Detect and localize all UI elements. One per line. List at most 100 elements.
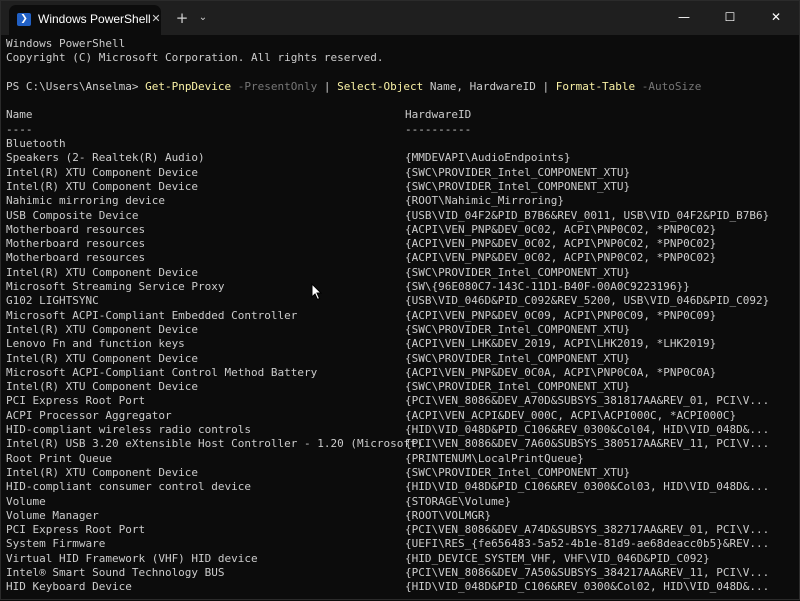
close-button[interactable]: ✕ [753,1,799,33]
table-row: Volume {STORAGE\Volume} [6,495,796,509]
table-row: Microsoft Streaming Service Proxy {SW\{96… [6,280,796,294]
tab-windows-powershell[interactable]: ❯ Windows PowerShell ✕ [9,5,161,35]
hardware-id: {ACPI\VEN_ACPI&DEV_000C, ACPI\ACPI000C, … [405,408,737,422]
hardware-id: {SWC\PROVIDER_Intel_COMPONENT_XTU} [405,322,631,336]
pipe: | [535,79,556,93]
new-tab-button[interactable]: + [174,7,190,29]
table-row: Lenovo Fn and function keys {ACPI\VEN_LHK… [6,337,796,351]
cmd-format-table: Format-Table [555,79,636,93]
hardware-id: {PRINTENUM\LocalPrintQueue} [405,451,584,465]
table-row: Microsoft ACPI-Compliant Embedded Contro… [6,309,796,323]
device-name: HID-compliant wireless radio controls [6,423,252,437]
hardware-id: {ACPI\VEN_PNP&DEV_0C02, ACPI\PNP0C02, *P… [405,222,717,236]
hardware-id: {UEFI\RES_{fe656483-5a52-4b1e-81d9-ae68d… [405,537,770,551]
table-row: HID-compliant consumer control device {HI… [6,480,796,494]
device-name: Intel(R) XTU Component Device [6,380,199,394]
device-name: Intel® Smart Sound Technology BUS [6,565,225,579]
table-row: Intel(R) XTU Component Device {SWC\PROVID… [6,380,796,394]
device-name: Intel(R) XTU Component Device [6,179,199,193]
pipe: | [317,79,338,93]
table-row: Motherboard resources {ACPI\VEN_PNP&DEV_0… [6,251,796,265]
device-name: Virtual HID Framework (VHF) HID device [6,551,258,565]
terminal-window: ❯ Windows PowerShell ✕ + ⌄ — ☐ ✕ Windows… [0,0,800,600]
table-header: Name HardwareID [6,108,796,122]
table-row: Motherboard resources {ACPI\VEN_PNP&DEV_0… [6,237,796,251]
table-row: G102 LIGHTSYNC {USB\VID_046D&PID_C092&REV… [6,294,796,308]
device-name: ACPI Processor Aggregator [6,408,172,422]
title-bar[interactable]: ❯ Windows PowerShell ✕ + ⌄ — ☐ ✕ [1,1,799,35]
close-tab-icon[interactable]: ✕ [149,11,163,27]
param-autosize: -AutoSize [635,79,702,93]
table-row: Volume Manager {ROOT\VOLMGR} [6,509,796,523]
minimize-button[interactable]: — [661,1,707,33]
hardware-id: {PCI\VEN_8086&DEV_7A60&SUBSYS_380517AA&R… [405,437,770,451]
hardware-id: {HID\VID_048D&PID_C106&REV_0300&Col02, H… [405,580,770,594]
powershell-icon: ❯ [17,13,31,26]
hardware-id: {ACPI\VEN_PNP&DEV_0C0A, ACPI\PNP0C0A, *P… [405,365,717,379]
device-name: G102 LIGHTSYNC [6,294,99,308]
hardware-id: {ACPI\VEN_PNP&DEV_0C02, ACPI\PNP0C02, *P… [405,251,717,265]
table-row: HID Keyboard Device {HID\VID_048D&PID_C10… [6,580,796,594]
device-name: USB Composite Device [6,208,139,222]
hardware-id: {MMDEVAPI\AudioEndpoints} [405,151,571,165]
hardware-id: {SWC\PROVIDER_Intel_COMPONENT_XTU} [405,179,631,193]
hardware-id: {SWC\PROVIDER_Intel_COMPONENT_XTU} [405,380,631,394]
table-row: Motherboard resources {ACPI\VEN_PNP&DEV_0… [6,223,796,237]
device-name: Motherboard resources [6,237,146,251]
table-row: Bluetooth [6,137,796,151]
header-line: Windows PowerShell [6,37,126,50]
table-row: Intel(R) XTU Component Device {SWC\PROVID… [6,166,796,180]
hardware-id: {ROOT\Nahimic_Mirroring} [405,194,564,208]
device-name: PCI Express Root Port [6,523,146,537]
device-name: Microsoft ACPI-Compliant Control Method … [6,365,318,379]
hardware-id: {SWC\PROVIDER_Intel_COMPONENT_XTU} [405,165,631,179]
prompt-path: PS C:\Users\Anselma> [6,79,146,93]
hardware-id: {SWC\PROVIDER_Intel_COMPONENT_XTU} [405,351,631,365]
device-name: Bluetooth [6,137,66,151]
table-header-separator: ---- ---------- [6,123,796,137]
table-row: ACPI Processor Aggregator {ACPI\VEN_ACPI&… [6,409,796,423]
hardware-id: {ROOT\VOLMGR} [405,508,492,522]
cmd-select-object: Select-Object [337,79,424,93]
table-row: System Firmware {UEFI\RES_{fe656483-5a52-… [6,537,796,551]
device-name: Intel(R) XTU Component Device [6,322,199,336]
device-name: Motherboard resources [6,222,146,236]
table-row: Intel(R) XTU Component Device {SWC\PROVID… [6,266,796,280]
hardware-id: {HID\VID_048D&PID_C106&REV_0300&Col03, H… [405,480,770,494]
table-row: Nahimic mirroring device {ROOT\Nahimic_Mi… [6,194,796,208]
device-name: Intel(R) XTU Component Device [6,265,199,279]
device-name: Nahimic mirroring device [6,194,165,208]
hardware-id: {HID\VID_048D&PID_C106&REV_0300&Col04, H… [405,423,770,437]
table-row: Microsoft ACPI-Compliant Control Method … [6,366,796,380]
hardware-id: {PCI\VEN_8086&DEV_7A50&SUBSYS_384217AA&R… [405,565,770,579]
hardware-id: {ACPI\VEN_PNP&DEV_0C02, ACPI\PNP0C02, *P… [405,237,717,251]
device-name: Intel(R) XTU Component Device [6,351,199,365]
chevron-down-icon[interactable]: ⌄ [196,7,210,29]
device-name: Intel(R) USB 3.20 eXtensible Host Contro… [6,437,424,451]
param-presentonly: -PresentOnly [231,79,318,93]
terminal-output[interactable]: Windows PowerShell Copyright (C) Microso… [6,37,796,601]
hardware-id: {USB\VID_04F2&PID_B7B6&REV_0011, USB\VID… [405,208,770,222]
device-name: System Firmware [6,537,106,551]
hardware-id: {STORAGE\Volume} [405,494,511,508]
table-body: Bluetooth Speakers (2- Realtek(R) Audio) {… [6,137,796,595]
device-name: Intel(R) XTU Component Device [6,165,199,179]
hardware-id: {SWC\PROVIDER_Intel_COMPONENT_XTU} [405,265,631,279]
hardware-id: {ACPI\VEN_LHK&DEV_2019, ACPI\LHK2019, *L… [405,337,717,351]
table-row: Intel(R) XTU Component Device {SWC\PROVID… [6,352,796,366]
table-row: Intel® Smart Sound Technology BUS {PCI\VE… [6,566,796,580]
table-row: Intel(R) XTU Component Device {SWC\PROVID… [6,180,796,194]
device-name: PCI Express Root Port [6,394,146,408]
table-row: Intel(R) XTU Component Device {SWC\PROVID… [6,466,796,480]
separator-hardwareid: ---------- [405,122,472,136]
device-name: Root Print Queue [6,451,112,465]
maximize-button[interactable]: ☐ [707,1,753,33]
table-row: Intel(R) USB 3.20 eXtensible Host Contro… [6,437,796,451]
table-row: Virtual HID Framework (VHF) HID device {H… [6,552,796,566]
separator-name: ---- [6,122,33,136]
table-row: USB Composite Device {USB\VID_04F2&PID_B7… [6,209,796,223]
device-name: Volume Manager [6,508,99,522]
hardware-id: {PCI\VEN_8086&DEV_A70D&SUBSYS_381817AA&R… [405,394,770,408]
tab-title: Windows PowerShell [38,12,151,26]
cmd-get-pnpdevice: Get-PnpDevice [145,79,232,93]
